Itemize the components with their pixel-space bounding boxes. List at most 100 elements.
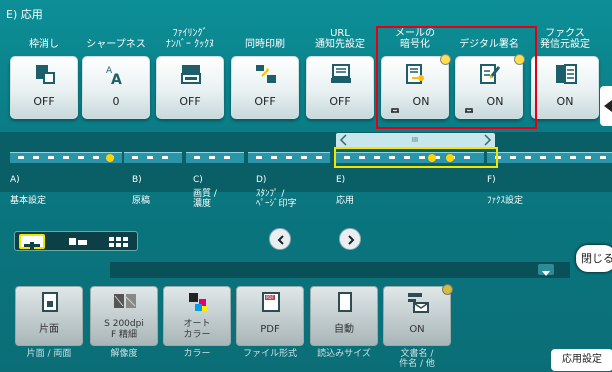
filing-number-icon: [179, 63, 203, 85]
page-marker: [540, 156, 546, 159]
category-letter[interactable]: A): [10, 175, 20, 185]
function-button-4[interactable]: OFF: [231, 56, 299, 119]
quick-setting-label: 片面 / 両面: [14, 349, 84, 359]
function-value: ON: [556, 95, 574, 108]
category-letter[interactable]: D): [256, 175, 266, 185]
function-label-line2: 枠消し: [29, 39, 59, 50]
view-mode-selector[interactable]: [14, 231, 138, 251]
page-marker: [18, 156, 24, 159]
chevron-down-icon: [542, 271, 550, 276]
quick-setting-label: 読込みサイズ: [309, 349, 379, 359]
scroll-thumb[interactable]: III: [384, 136, 446, 145]
category-name[interactable]: 原稿: [132, 196, 150, 206]
function-label-line2: 通知先設定: [315, 39, 365, 50]
category-name-line: 原稿: [132, 196, 151, 206]
scroll-right-icon[interactable]: [481, 134, 493, 146]
page-marker: [510, 156, 516, 159]
page-marker: [525, 156, 531, 159]
frame-erase-icon: [33, 63, 57, 85]
quick-setting-value: PDF: [237, 324, 303, 335]
function-button-8[interactable]: ON: [531, 56, 599, 119]
function-label-line2: ﾅﾝﾊﾞｰ ｸｯｸﾇ: [165, 39, 215, 50]
function-label-line1: [8, 28, 80, 39]
function-label-line1: [229, 28, 301, 39]
function-value: OFF: [329, 95, 351, 108]
category-segment[interactable]: [487, 152, 612, 163]
url-notification-icon: [329, 63, 353, 85]
quick-setting-value: S 200dpi F 精細: [91, 319, 157, 341]
page-marker: [209, 156, 215, 159]
resolution-icon: [113, 291, 137, 313]
page-marker: [63, 156, 69, 159]
page-marker: [194, 156, 200, 159]
quick-setting-value-line: オート: [183, 319, 211, 329]
function-value: OFF: [179, 95, 201, 108]
page-marker: [271, 156, 277, 159]
applied-settings-button[interactable]: 応用設定: [551, 349, 612, 371]
chevron-left-icon: [277, 235, 284, 245]
page-marker: [33, 156, 39, 159]
category-name[interactable]: 基本設定: [10, 196, 46, 206]
quick-setting-value: オート カラー: [164, 319, 230, 341]
scan-size-icon: [333, 291, 357, 313]
function-label-line1: ﾌｧｲﾘﾝｸﾞ: [172, 28, 208, 39]
quick-setting-button-4[interactable]: PDF PDF: [236, 286, 304, 346]
category-letter[interactable]: C): [193, 175, 203, 185]
list-view-icon[interactable]: [19, 234, 45, 249]
quick-setting-button-1[interactable]: 片面: [15, 286, 83, 346]
document-name-icon: [406, 291, 430, 313]
close-button[interactable]: 閉じる: [576, 245, 612, 272]
function-label-line1: ファクス: [545, 28, 585, 39]
category-letter[interactable]: F): [487, 175, 496, 185]
highlight-box: [376, 26, 537, 129]
function-label: 同時印刷: [229, 28, 301, 50]
quick-setting-button-2[interactable]: S 200dpi F 精細: [90, 286, 158, 346]
medium-view-icon[interactable]: [65, 234, 91, 249]
simplex-icon: [38, 291, 62, 313]
page-marker: [147, 156, 153, 159]
scroll-left-icon[interactable]: [338, 134, 350, 146]
page-marker: [600, 156, 606, 159]
quick-setting-label: 解像度: [89, 349, 159, 359]
page-marker: [78, 156, 84, 159]
collapse-handle[interactable]: [538, 264, 554, 276]
next-page-button[interactable]: [339, 228, 361, 250]
svg-text:PDF: PDF: [266, 295, 274, 300]
category-name[interactable]: ﾌｧｸｽ設定: [487, 196, 523, 206]
function-label: 枠消し: [8, 28, 80, 50]
chevron-right-icon: [348, 235, 355, 245]
function-value: 0: [112, 95, 120, 108]
quick-setting-value-line: 片面: [39, 324, 59, 335]
current-category-box: [334, 147, 498, 168]
page-marker: [224, 156, 230, 159]
function-button-3[interactable]: OFF: [156, 56, 224, 119]
page-marker: [316, 156, 322, 159]
quick-setting-label: 文書名 / 件名 / 他: [382, 349, 452, 369]
page-marker: [256, 156, 262, 159]
quick-setting-button-6[interactable]: ON: [383, 284, 453, 346]
category-letter[interactable]: B): [132, 175, 142, 185]
previous-page-button[interactable]: [269, 228, 291, 250]
quick-setting-value-line: F 精細: [110, 330, 138, 340]
quick-setting-value-line: ON: [409, 324, 425, 335]
category-name[interactable]: ｽﾀﾝﾌﾟ / ﾍﾟｰｼﾞ印字: [256, 189, 297, 209]
function-button-1[interactable]: OFF: [10, 56, 78, 119]
quick-setting-button-3[interactable]: オート カラー: [163, 286, 231, 346]
page-marker: [301, 156, 307, 159]
category-name-line: 濃度: [193, 199, 212, 209]
function-button-2[interactable]: AA 0: [82, 56, 150, 119]
category-name[interactable]: 画質 / 濃度: [193, 189, 217, 209]
side-tab[interactable]: [600, 86, 612, 126]
category-letter[interactable]: E): [336, 175, 345, 185]
category-name-line: 基本設定: [10, 196, 47, 206]
category-scrollbar[interactable]: III: [336, 133, 495, 148]
function-value: OFF: [254, 95, 276, 108]
quick-setting-value-line: カラー: [183, 330, 211, 340]
category-name[interactable]: 応用: [336, 196, 354, 206]
page-marker: [570, 156, 576, 159]
page-marker: [93, 156, 99, 159]
quick-setting-button-5[interactable]: 自動: [310, 286, 378, 346]
grid-view-icon[interactable]: [105, 234, 131, 249]
chevron-left-icon: [604, 100, 612, 112]
function-button-5[interactable]: OFF: [306, 56, 374, 119]
